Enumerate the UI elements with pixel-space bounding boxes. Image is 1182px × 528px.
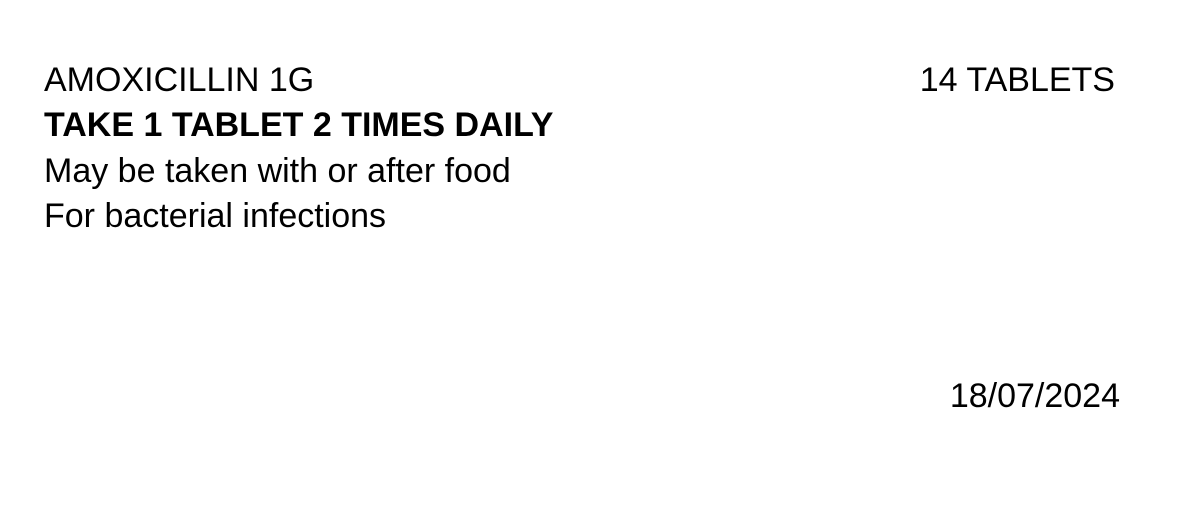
advice-food: May be taken with or after food [44, 152, 511, 190]
quantity: 14 TABLETS [919, 61, 1115, 99]
advice-indication: For bacterial infections [44, 197, 387, 235]
dosage-directions: TAKE 1 TABLET 2 TIMES DAILY [44, 106, 554, 144]
dispense-date: 18/07/2024 [949, 377, 1120, 415]
prescription-label: AMOXICILLIN 1G 14 TABLETS TAKE 1 TABLET … [0, 0, 1182, 528]
drug-name: AMOXICILLIN 1G [44, 61, 315, 99]
